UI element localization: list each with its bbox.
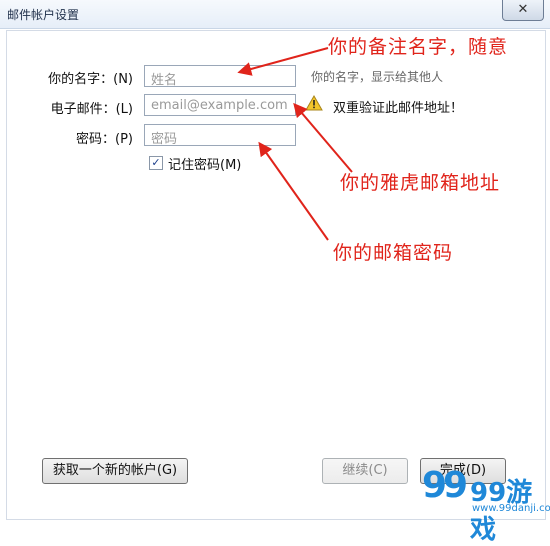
annotation-arrows: [237, 47, 353, 241]
email-arrow: [293, 102, 353, 173]
watermark-logo-icon: 99: [422, 465, 468, 506]
watermark-url: www.99danji.com: [472, 503, 550, 514]
password-arrow: [258, 141, 329, 241]
name-arrow: [237, 47, 329, 76]
